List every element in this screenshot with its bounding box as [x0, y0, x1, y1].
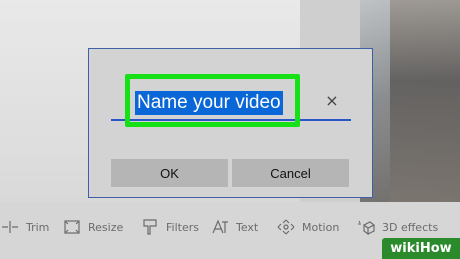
ok-button[interactable]: OK [111, 159, 228, 187]
toolbar-filters-label: Filters [166, 220, 199, 234]
video-name-input[interactable]: Name your video [135, 91, 283, 115]
cancel-button[interactable]: Cancel [232, 159, 349, 187]
toolbar-trim-label: Trim [26, 220, 50, 234]
filters-icon [143, 219, 157, 235]
3d-effects-icon [358, 220, 376, 236]
motion-icon [277, 219, 295, 235]
toolbar-motion-label: Motion [302, 220, 340, 234]
toolbar-filters[interactable]: Filters [140, 216, 199, 238]
toolbar-resize-label: Resize [88, 220, 124, 234]
thumbnail-image [390, 0, 460, 202]
toolbar-trim[interactable]: Trim [0, 216, 49, 238]
resize-icon [64, 220, 80, 234]
toolbar-text-label: Text [236, 220, 259, 234]
toolbar-text[interactable]: Text [210, 216, 258, 238]
clear-input-button[interactable]: × [323, 92, 341, 110]
name-video-dialog: Name your video × OK Cancel [88, 48, 373, 198]
video-thumbnail [360, 0, 460, 202]
toolbar-3d-effects[interactable]: 3D effects [356, 216, 438, 238]
text-icon [212, 219, 228, 234]
trim-icon [2, 221, 18, 233]
toolbar-resize[interactable]: Resize [62, 216, 123, 238]
wikihow-watermark: wikiHow [382, 238, 460, 259]
toolbar-3d-effects-label: 3D effects [382, 220, 439, 234]
toolbar-motion[interactable]: Motion [276, 216, 339, 238]
